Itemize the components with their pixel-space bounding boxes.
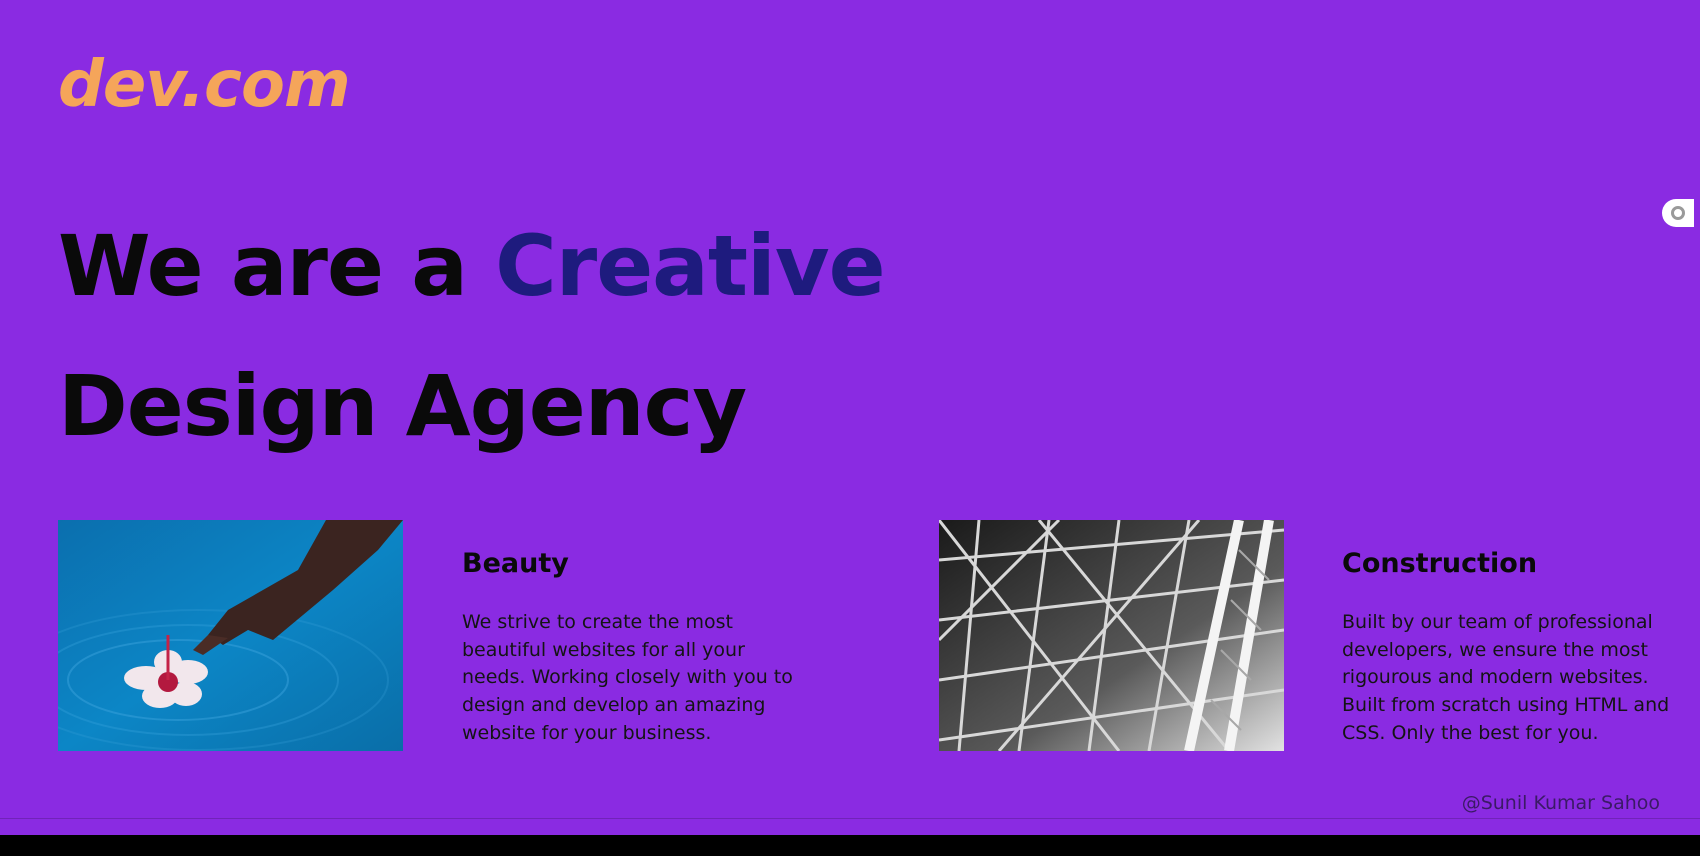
card-text-construction: Built by our team of professional develo… [1342, 611, 1670, 744]
widget-icon [1671, 206, 1685, 220]
beauty-image [58, 520, 403, 751]
author-credit[interactable]: @Sunil Kumar Sahoo [1462, 790, 1660, 816]
card-title-construction: Construction [1342, 548, 1538, 579]
hero-line1-prefix: We are a [58, 217, 496, 315]
card-text-beauty: We strive to create the most beautiful w… [462, 611, 793, 744]
bottom-bar [0, 835, 1700, 856]
hero-line2: Design Agency [58, 357, 747, 455]
hand-flower-water-icon [58, 520, 403, 751]
hero-heading: We are a Creative Design Agency [58, 196, 886, 476]
site-logo[interactable]: dev.com [58, 48, 351, 122]
floating-widget-button[interactable] [1662, 199, 1694, 227]
steel-structure-icon [939, 520, 1284, 751]
card-title-beauty: Beauty [462, 548, 569, 579]
footer-divider [0, 818, 1700, 819]
hero-accent-word: Creative [495, 217, 885, 315]
construction-image [939, 520, 1284, 751]
